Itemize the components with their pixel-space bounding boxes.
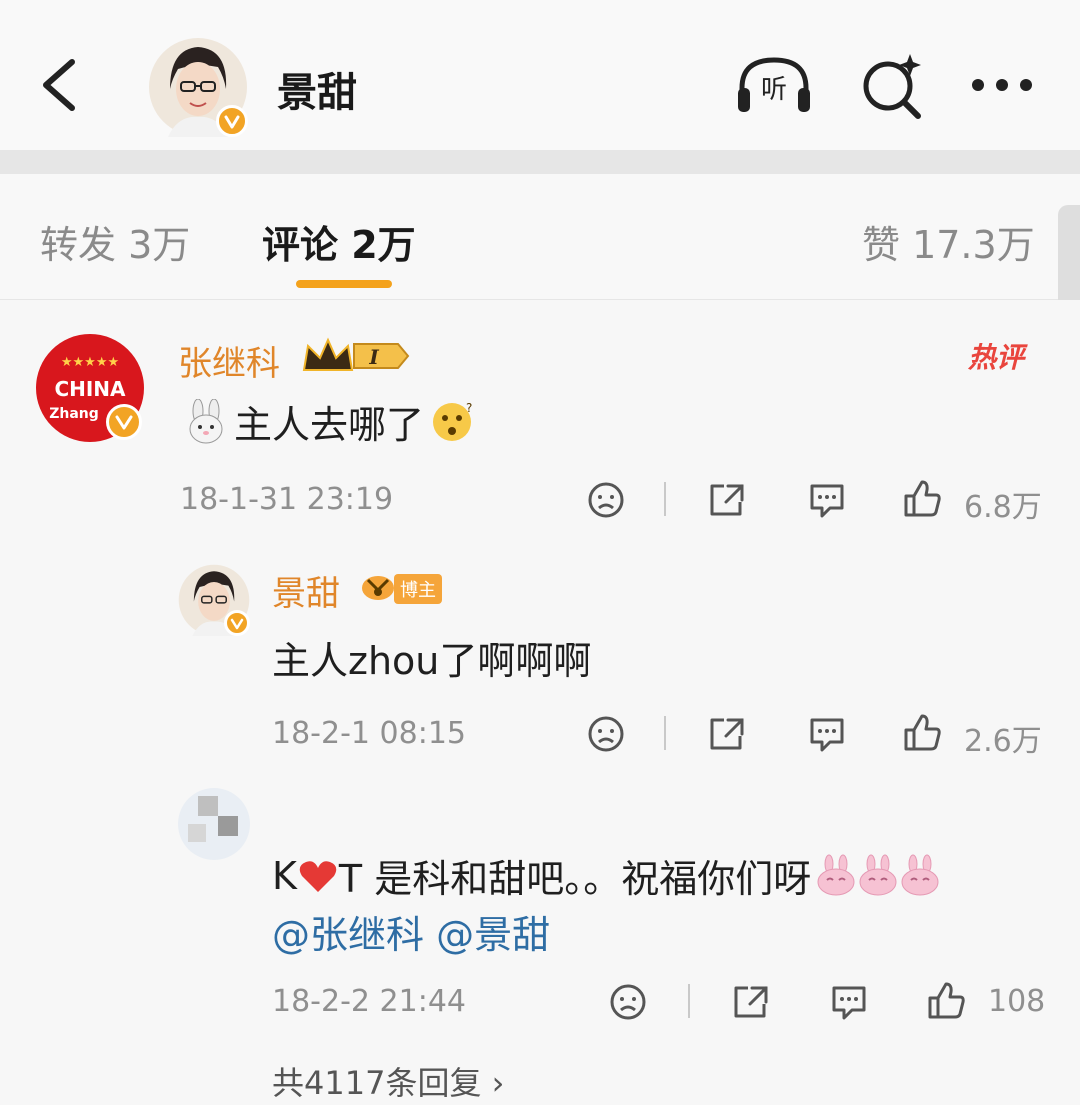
dislike-icon[interactable] <box>608 982 648 1022</box>
listen-label: 听 <box>761 75 787 105</box>
reply-text: 主人zhou了啊啊啊 <box>272 639 592 683</box>
reply-author[interactable]: 景甜 <box>272 566 340 615</box>
svg-text:★★★★★: ★★★★★ <box>61 355 119 370</box>
reply-time: 18-2-2 21:44 <box>272 984 466 1019</box>
rabbit-emoji <box>189 398 223 443</box>
avatar-text-zhang: Zhang <box>49 406 99 422</box>
heart-emoji <box>299 860 337 892</box>
reply-icon[interactable] <box>828 982 870 1022</box>
page-title: 景甜 <box>277 70 357 116</box>
level-badge: I <box>368 345 379 369</box>
dislike-icon[interactable] <box>586 714 626 754</box>
tab-likes[interactable]: 赞 17.3万 <box>862 214 1035 269</box>
back-icon[interactable] <box>30 50 90 120</box>
avatar[interactable] <box>178 788 250 860</box>
comment-time: 18-1-31 23:19 <box>180 482 394 517</box>
verified-icon <box>224 610 250 636</box>
like-count: 6.8万 <box>964 490 1042 525</box>
like-icon[interactable] <box>902 712 944 754</box>
share-icon[interactable] <box>706 480 748 520</box>
divider <box>664 716 666 750</box>
like-icon[interactable] <box>902 478 944 520</box>
listen-icon[interactable]: 听 <box>734 50 814 120</box>
tab-bar: 转发 3万 评论 2万 赞 17.3万 <box>0 174 1080 300</box>
reply-text-after: T 是科和甜吧。。祝福你们呀 <box>338 857 812 901</box>
reply-text-before: K <box>272 853 297 898</box>
reply-icon[interactable] <box>806 714 848 754</box>
svg-text:?: ? <box>466 401 472 415</box>
top-bar: 景甜 听 <box>0 0 1080 150</box>
like-icon[interactable] <box>926 980 968 1022</box>
reply-icon[interactable] <box>806 480 848 520</box>
more-icon[interactable] <box>966 50 1046 120</box>
view-more-replies-link[interactable]: 共4117条回复 › <box>272 1058 504 1104</box>
reply-mentions[interactable]: @张继科 @景甜 <box>272 904 550 959</box>
divider <box>664 482 666 516</box>
pink-rabbit-emoji <box>817 854 939 895</box>
author-badge: 博主 <box>394 574 442 604</box>
hot-comment-badge: 热评 <box>968 341 1025 374</box>
header-avatar[interactable] <box>148 37 250 139</box>
thinking-emoji: ? <box>433 401 472 441</box>
divider <box>688 984 690 1018</box>
verified-icon <box>216 105 248 137</box>
bee-badge-icon <box>362 576 394 600</box>
verified-icon <box>106 404 142 440</box>
active-tab-indicator <box>296 280 392 288</box>
like-count: 108 <box>988 984 1046 1019</box>
header-shadow <box>0 150 1080 174</box>
share-icon[interactable] <box>730 982 772 1022</box>
blurred-username[interactable] <box>288 794 488 824</box>
reply-time: 18-2-1 08:15 <box>272 716 466 751</box>
comment-author[interactable]: 张继科 <box>178 336 280 385</box>
comment-list: ★★★★★ CHINA Zhang 张继科 I 热评 主人去哪了 ? 18-1-… <box>0 300 1080 1105</box>
comment-text-content: 主人去哪了 <box>234 403 425 447</box>
crown-icon: I <box>302 337 410 371</box>
search-icon[interactable] <box>854 50 934 120</box>
avatar-text-china: CHINA <box>54 377 126 401</box>
comment-text: 主人去哪了 ? <box>184 394 474 449</box>
share-icon[interactable] <box>706 714 748 754</box>
tab-comments[interactable]: 评论 2万 <box>262 214 416 269</box>
tab-reposts[interactable]: 转发 3万 <box>40 214 190 269</box>
reply-text: K T 是科和甜吧。。祝福你们呀 <box>272 848 945 903</box>
dislike-icon[interactable] <box>586 480 626 520</box>
like-count: 2.6万 <box>964 724 1042 759</box>
